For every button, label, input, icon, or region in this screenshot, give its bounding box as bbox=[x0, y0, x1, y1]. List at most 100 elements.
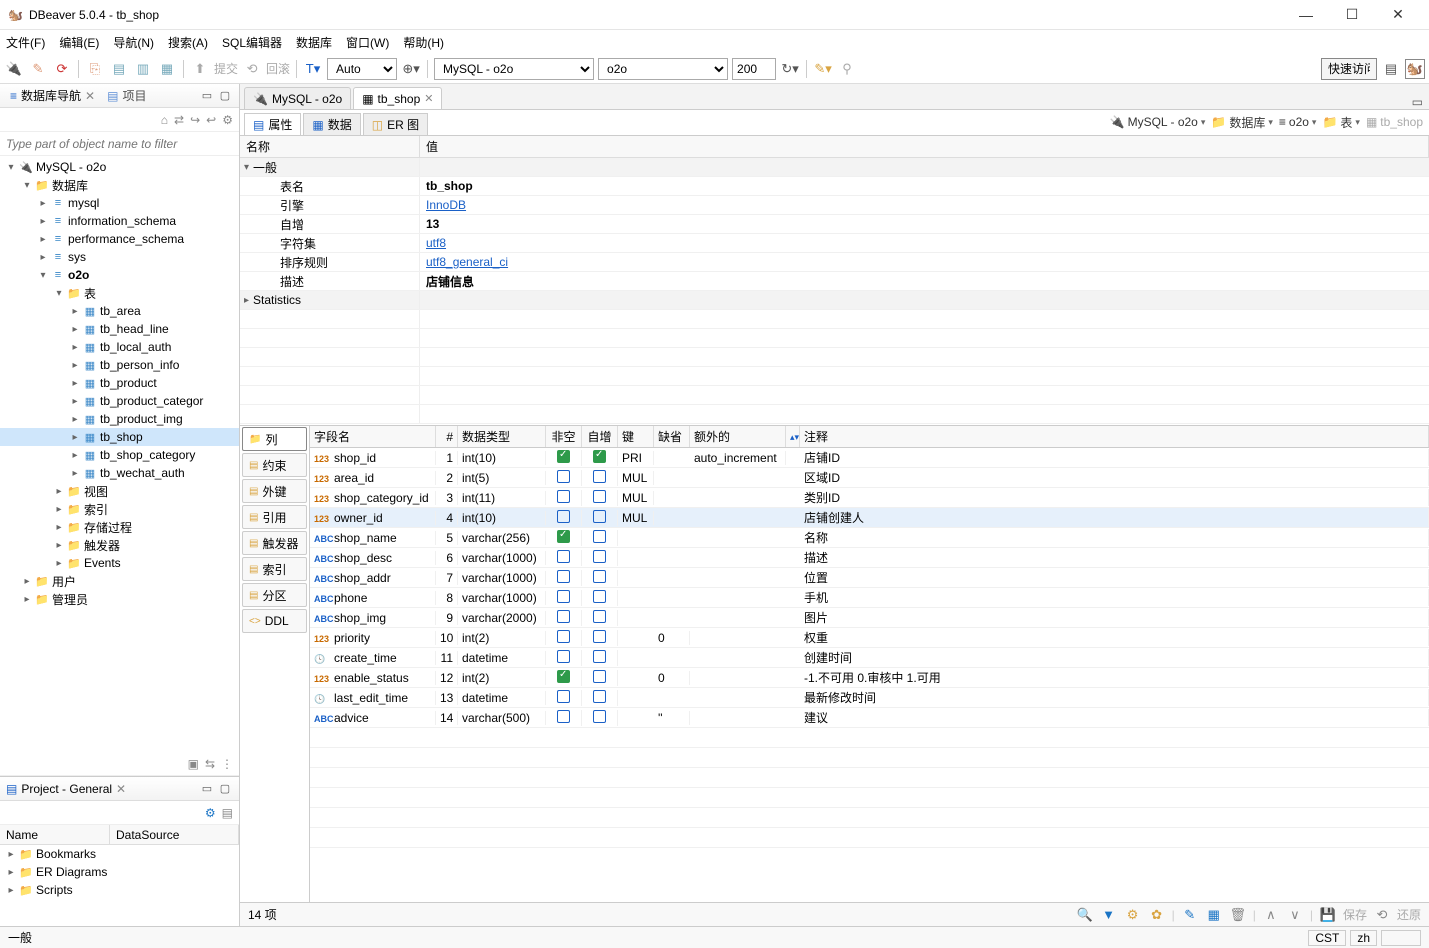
delete-icon[interactable]: 🗑 bbox=[1229, 906, 1247, 924]
rollback-icon[interactable]: ⟲ bbox=[242, 59, 262, 79]
tree-node[interactable]: ▸📁存储过程 bbox=[0, 518, 239, 536]
minimize-icon[interactable]: ▭ bbox=[199, 781, 215, 797]
column-row[interactable]: ABCshop_img9varchar(2000)图片 bbox=[310, 608, 1429, 628]
tree-node[interactable]: ▾🔌MySQL - o2o bbox=[0, 158, 239, 176]
stop-icon[interactable]: ✎▾ bbox=[813, 59, 833, 79]
menu-item[interactable]: 窗口(W) bbox=[346, 34, 389, 51]
project-item[interactable]: ▸📁Scripts bbox=[0, 881, 239, 899]
vtab-引用[interactable]: ▤引用 bbox=[242, 505, 307, 529]
columns-grid[interactable]: 123shop_id1int(10)PRIauto_increment店铺ID1… bbox=[310, 448, 1429, 902]
commit-icon[interactable]: ⬆ bbox=[190, 59, 210, 79]
tree-node[interactable]: ▸📁视图 bbox=[0, 482, 239, 500]
breadcrumb-item[interactable]: 🔌MySQL - o2o▾ bbox=[1110, 115, 1206, 129]
search-tool-icon[interactable]: ⚲ bbox=[837, 59, 857, 79]
hdr-extra[interactable]: 额外的 bbox=[690, 426, 786, 447]
hdr-key[interactable]: 键 bbox=[618, 426, 654, 447]
hdr-num[interactable]: # bbox=[436, 426, 458, 447]
home-icon[interactable]: ⌂ bbox=[161, 113, 168, 127]
save-icon[interactable]: 💾 bbox=[1319, 906, 1337, 924]
subtab-properties[interactable]: ▤属性 bbox=[244, 113, 301, 135]
column-row[interactable]: ABCshop_name5varchar(256)名称 bbox=[310, 528, 1429, 548]
property-row[interactable]: 排序规则utf8_general_ci bbox=[240, 253, 1429, 272]
tree-node[interactable]: ▸▦tb_area bbox=[0, 302, 239, 320]
tree-node[interactable]: ▸📁触发器 bbox=[0, 536, 239, 554]
maximize-panel-icon[interactable]: ▢ bbox=[217, 781, 233, 797]
editor-tab[interactable]: ▦tb_shop✕ bbox=[353, 87, 442, 109]
property-row[interactable]: 引擎InnoDB bbox=[240, 196, 1429, 215]
maximize-panel-icon[interactable]: ▢ bbox=[217, 88, 233, 104]
tree-node[interactable]: ▸▦tb_product_img bbox=[0, 410, 239, 428]
project-col-name[interactable]: Name bbox=[0, 825, 110, 844]
gear-icon[interactable]: ⚙ bbox=[205, 806, 216, 820]
project-item[interactable]: ▸📁ER Diagrams bbox=[0, 863, 239, 881]
menu-item[interactable]: 数据库 bbox=[296, 34, 332, 51]
column-row[interactable]: 🕓last_edit_time13datetime最新修改时间 bbox=[310, 688, 1429, 708]
tab-minimize-icon[interactable]: ▭ bbox=[1412, 95, 1423, 109]
property-row[interactable]: ▸Statistics bbox=[240, 291, 1429, 310]
property-row[interactable]: 表名tb_shop bbox=[240, 177, 1429, 196]
tx-mode-select[interactable]: Auto bbox=[327, 58, 397, 80]
vtab-约束[interactable]: ▤约束 bbox=[242, 453, 307, 477]
hdr-autoinc[interactable]: 自增 bbox=[582, 426, 618, 447]
hdr-comment[interactable]: 注释 bbox=[800, 426, 1429, 447]
tree-node[interactable]: ▸≡mysql bbox=[0, 194, 239, 212]
menu-item[interactable]: SQL编辑器 bbox=[222, 34, 282, 51]
tree-node[interactable]: ▸▦tb_wechat_auth bbox=[0, 464, 239, 482]
property-row[interactable]: ▾一般 bbox=[240, 158, 1429, 177]
refresh-icon[interactable]: ↻▾ bbox=[780, 59, 800, 79]
property-row[interactable]: 自增13 bbox=[240, 215, 1429, 234]
tx-mode-icon[interactable]: T▾ bbox=[303, 59, 323, 79]
subtab-erd[interactable]: ◫ER 图 bbox=[363, 113, 428, 135]
database-select[interactable]: o2o bbox=[598, 58, 728, 80]
down-icon[interactable]: ∨ bbox=[1286, 906, 1304, 924]
config-columns-icon[interactable]: ⚙ bbox=[1124, 906, 1142, 924]
filter-icon[interactable]: ▼ bbox=[1100, 906, 1118, 924]
rollback-label[interactable]: 回滚 bbox=[266, 60, 290, 77]
hdr-fieldname[interactable]: 字段名 bbox=[310, 426, 436, 447]
vtab-DDL[interactable]: <>DDL bbox=[242, 609, 307, 633]
column-row[interactable]: ABCshop_addr7varchar(1000)位置 bbox=[310, 568, 1429, 588]
tree-node[interactable]: ▸≡performance_schema bbox=[0, 230, 239, 248]
commit-label[interactable]: 提交 bbox=[214, 60, 238, 77]
tree-node[interactable]: ▸📁索引 bbox=[0, 500, 239, 518]
sync-icon[interactable]: ⇄ bbox=[174, 113, 184, 127]
column-row[interactable]: 123priority10int(2)0权重 bbox=[310, 628, 1429, 648]
revert-icon[interactable]: ⟲ bbox=[1373, 906, 1391, 924]
quick-access-input[interactable] bbox=[1321, 58, 1377, 80]
project-tree[interactable]: ▸📁Bookmarks▸📁ER Diagrams▸📁Scripts bbox=[0, 845, 239, 926]
minimize-button[interactable]: — bbox=[1283, 0, 1329, 30]
tree-node[interactable]: ▸📁用户 bbox=[0, 572, 239, 590]
perspective-icon-1[interactable]: ▤ bbox=[1381, 59, 1401, 79]
collapse-icon[interactable]: ▣ bbox=[188, 757, 199, 771]
back-icon[interactable]: ↩ bbox=[206, 113, 216, 127]
new-sql-icon[interactable]: ✎ bbox=[28, 59, 48, 79]
editor-tab[interactable]: 🔌MySQL - o2o bbox=[244, 87, 351, 109]
tree-node[interactable]: ▾📁表 bbox=[0, 284, 239, 302]
save-label[interactable]: 保存 bbox=[1343, 906, 1367, 923]
search-icon[interactable]: 🔍 bbox=[1076, 906, 1094, 924]
column-row[interactable]: 123shop_category_id3int(11)MUL类别ID bbox=[310, 488, 1429, 508]
sql-editor-icon[interactable]: ⎘ bbox=[85, 59, 105, 79]
config-icon[interactable]: ✿ bbox=[1148, 906, 1166, 924]
tree-node[interactable]: ▸▦tb_head_line bbox=[0, 320, 239, 338]
column-row[interactable]: 123enable_status12int(2)0-1.不可用 0.审核中 1.… bbox=[310, 668, 1429, 688]
menu-item[interactable]: 导航(N) bbox=[113, 34, 154, 51]
column-row[interactable]: 123area_id2int(5)MUL区域ID bbox=[310, 468, 1429, 488]
menu-item[interactable]: 编辑(E) bbox=[59, 34, 99, 51]
project-item[interactable]: ▸📁Bookmarks bbox=[0, 845, 239, 863]
breadcrumb-item[interactable]: 📁表▾ bbox=[1322, 114, 1360, 131]
vtab-列[interactable]: 📁列 bbox=[242, 427, 307, 451]
tree-node[interactable]: ▸📁Events bbox=[0, 554, 239, 572]
local-menu-icon[interactable]: ⋮ bbox=[221, 757, 233, 771]
tree-node[interactable]: ▸▦tb_product_categor bbox=[0, 392, 239, 410]
connection-select[interactable]: MySQL - o2o bbox=[434, 58, 594, 80]
tree-node[interactable]: ▾≡o2o bbox=[0, 266, 239, 284]
tree-node[interactable]: ▸▦tb_product bbox=[0, 374, 239, 392]
tree-node[interactable]: ▸≡information_schema bbox=[0, 212, 239, 230]
reconnect-icon[interactable]: ⟳ bbox=[52, 59, 72, 79]
vtab-索引[interactable]: ▤索引 bbox=[242, 557, 307, 581]
project-col-ds[interactable]: DataSource bbox=[110, 825, 239, 844]
navigator-tree[interactable]: ▾🔌MySQL - o2o▾📁数据库▸≡mysql▸≡information_s… bbox=[0, 156, 239, 752]
edit-icon[interactable]: ✎ bbox=[1181, 906, 1199, 924]
forward-icon[interactable]: ↪ bbox=[190, 113, 200, 127]
